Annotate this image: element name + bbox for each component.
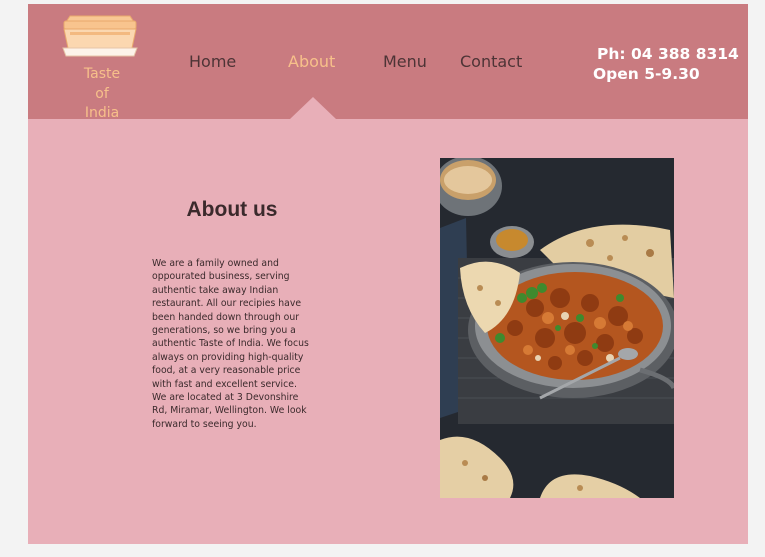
takeaway-container-icon: [62, 15, 138, 57]
website-frame: Taste of India Home About Menu Contact P…: [28, 4, 748, 544]
phone-number[interactable]: Ph: 04 388 8314: [597, 44, 743, 64]
logo-line-2: of: [95, 85, 109, 102]
nav-menu[interactable]: Menu: [383, 52, 427, 72]
logo-line-3: India: [84, 105, 120, 121]
nav-home[interactable]: Home: [189, 52, 236, 72]
logo-line-1: Taste: [83, 66, 121, 82]
nav-about[interactable]: About: [288, 52, 335, 72]
about-description: We are a family owned and oppourated bus…: [152, 258, 309, 430]
nav-contact[interactable]: Contact: [460, 52, 522, 72]
logo-text: Taste of India: [60, 65, 144, 124]
page-title: About us: [186, 198, 278, 221]
logo[interactable]: Taste of India: [60, 10, 144, 121]
contact-info: Ph: 04 388 8314 Open 5-9.30: [593, 44, 743, 84]
header-bar: Taste of India Home About Menu Contact P…: [28, 4, 748, 121]
opening-hours: Open 5-9.30: [593, 65, 700, 83]
curry-dish-photo: [440, 158, 674, 498]
active-nav-indicator: [290, 97, 336, 119]
